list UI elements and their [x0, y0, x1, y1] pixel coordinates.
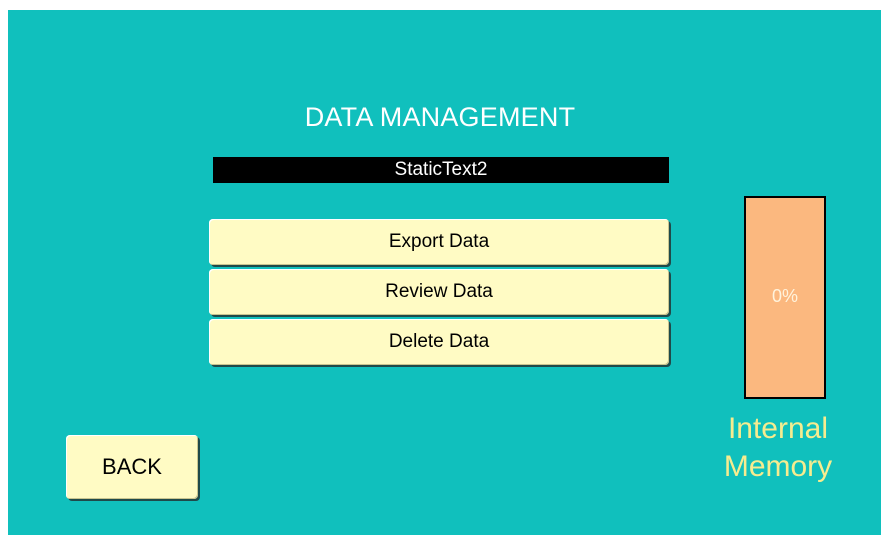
review-data-button[interactable]: Review Data: [209, 269, 669, 315]
delete-data-button[interactable]: Delete Data: [209, 319, 669, 365]
status-text-field: StaticText2: [213, 157, 669, 183]
memory-percent-label: 0%: [771, 286, 798, 306]
export-data-button[interactable]: Export Data: [209, 219, 669, 265]
memory-label-line1: Internal: [727, 412, 829, 445]
memory-label-line2: Memory: [723, 450, 833, 483]
page-title: DATA MANAGEMENT: [304, 102, 576, 132]
internal-memory-gauge: 0%: [744, 196, 826, 399]
internal-memory-label: Internal Memory: [708, 410, 848, 486]
data-management-screen: DATA MANAGEMENT StaticText2 Export Data …: [8, 10, 881, 535]
back-button[interactable]: BACK: [66, 435, 198, 499]
